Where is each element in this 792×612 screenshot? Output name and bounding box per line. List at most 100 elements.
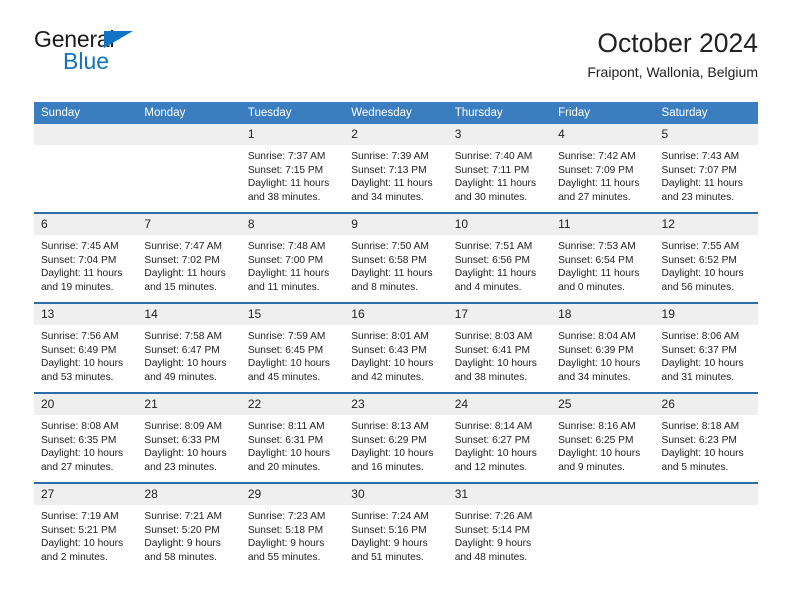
daylight-text: Daylight: 10 hours and 56 minutes.: [661, 268, 744, 293]
calendar-day-cell[interactable]: 21 Sunrise: 8:09 AM Sunset: 6:33 PM Dayligh…: [137, 392, 241, 483]
day-details: [655, 505, 758, 510]
logo-text-blue: Blue: [63, 48, 110, 74]
daylight-text: Daylight: 11 hours and 19 minutes.: [41, 268, 123, 293]
day-details: [34, 145, 137, 150]
day-number: 16: [344, 304, 448, 325]
calendar-day-cell[interactable]: 26 Sunrise: 8:18 AM Sunset: 6:23 PM Dayligh…: [654, 392, 758, 483]
day-details: Sunrise: 8:11 AM Sunset: 6:31 PM Daylight:…: [241, 415, 344, 474]
day-details: Sunrise: 7:53 AM Sunset: 6:54 PM Daylight:…: [551, 235, 654, 294]
sunrise-text: Sunrise: 7:42 AM: [558, 151, 636, 162]
calendar-day-cell[interactable]: 16 Sunrise: 8:01 AM Sunset: 6:43 PM Dayligh…: [344, 302, 448, 393]
day-number: 13: [34, 304, 138, 325]
sunrise-text: Sunrise: 7:50 AM: [351, 241, 429, 252]
daylight-text: Daylight: 10 hours and 38 minutes.: [454, 358, 537, 383]
weekday-header-row: Sunday Monday Tuesday Wednesday Thursday…: [34, 102, 758, 124]
daylight-text: Daylight: 10 hours and 49 minutes.: [144, 358, 227, 383]
calendar-day-cell[interactable]: 30 Sunrise: 7:24 AM Sunset: 5:16 PM Dayligh…: [344, 482, 448, 572]
day-details: Sunrise: 7:58 AM Sunset: 6:47 PM Daylight:…: [137, 325, 240, 384]
sunset-text: Sunset: 6:31 PM: [247, 434, 324, 446]
day-details: Sunrise: 8:04 AM Sunset: 6:39 PM Daylight:…: [551, 325, 654, 384]
calendar-day-cell[interactable]: 11 Sunrise: 7:53 AM Sunset: 6:54 PM Dayligh…: [551, 212, 655, 303]
calendar-day-cell[interactable]: 14 Sunrise: 7:58 AM Sunset: 6:47 PM Dayligh…: [137, 302, 241, 393]
calendar-day-cell[interactable]: 12 Sunrise: 7:55 AM Sunset: 6:52 PM Dayligh…: [654, 212, 758, 303]
calendar-day-cell[interactable]: 23 Sunrise: 8:13 AM Sunset: 6:29 PM Dayligh…: [344, 392, 448, 483]
sunrise-text: Sunrise: 7:47 AM: [144, 241, 223, 252]
sunset-text: Sunset: 6:35 PM: [41, 434, 117, 446]
calendar-day-cell[interactable]: 5 Sunrise: 7:43 AM Sunset: 7:07 PM Daylight…: [654, 124, 758, 213]
day-number: 18: [551, 304, 655, 325]
day-number: 14: [137, 304, 241, 325]
calendar-day-cell[interactable]: 24 Sunrise: 8:14 AM Sunset: 6:27 PM Dayligh…: [447, 392, 552, 483]
calendar-day-cell[interactable]: 17 Sunrise: 8:03 AM Sunset: 6:41 PM Dayligh…: [447, 302, 552, 393]
daylight-text: Daylight: 11 hours and 23 minutes.: [661, 178, 743, 203]
sunset-text: Sunset: 6:58 PM: [351, 254, 427, 266]
calendar-day-cell[interactable]: 27 Sunrise: 7:19 AM Sunset: 5:21 PM Dayligh…: [34, 482, 138, 572]
day-details: Sunrise: 7:48 AM Sunset: 7:00 PM Daylight:…: [241, 235, 344, 294]
weekday-header-thursday: Thursday: [447, 102, 552, 124]
calendar-page: General Blue October 2024 Fraipont, Wall…: [0, 0, 792, 612]
calendar-day-cell[interactable]: 15 Sunrise: 7:59 AM Sunset: 6:45 PM Dayligh…: [240, 302, 345, 393]
calendar-day-cell[interactable]: 31 Sunrise: 7:26 AM Sunset: 5:14 PM Dayligh…: [447, 482, 552, 572]
sunrise-text: Sunrise: 8:06 AM: [661, 331, 740, 342]
sunrise-text: Sunrise: 7:26 AM: [454, 511, 533, 522]
daylight-text: Daylight: 9 hours and 48 minutes.: [454, 538, 532, 563]
day-details: Sunrise: 7:59 AM Sunset: 6:45 PM Daylight:…: [241, 325, 344, 384]
sunset-text: Sunset: 7:13 PM: [351, 164, 427, 176]
calendar-day-cell[interactable]: 13 Sunrise: 7:56 AM Sunset: 6:49 PM Dayligh…: [34, 302, 138, 393]
calendar-day-cell[interactable]: 9 Sunrise: 7:50 AM Sunset: 6:58 PM Daylight…: [344, 212, 448, 303]
day-number: 4: [551, 124, 655, 145]
title-block: October 2024 Fraipont, Wallonia, Belgium: [587, 28, 758, 80]
calendar-day-cell[interactable]: 4 Sunrise: 7:42 AM Sunset: 7:09 PM Daylight…: [551, 124, 655, 213]
calendar-day-cell[interactable]: 25 Sunrise: 8:16 AM Sunset: 6:25 PM Dayligh…: [551, 392, 655, 483]
calendar-day-cell[interactable]: 3 Sunrise: 7:40 AM Sunset: 7:11 PM Daylight…: [447, 124, 552, 213]
sunset-text: Sunset: 7:02 PM: [144, 254, 220, 266]
sunset-text: Sunset: 6:56 PM: [454, 254, 531, 266]
day-number: [551, 484, 655, 505]
sunset-text: Sunset: 5:16 PM: [351, 524, 427, 536]
day-number: 23: [344, 394, 448, 415]
calendar-day-cell[interactable]: 18 Sunrise: 8:04 AM Sunset: 6:39 PM Dayligh…: [551, 302, 655, 393]
calendar-day-cell[interactable]: 22 Sunrise: 8:11 AM Sunset: 6:31 PM Dayligh…: [240, 392, 345, 483]
day-details: Sunrise: 8:13 AM Sunset: 6:29 PM Daylight:…: [344, 415, 447, 474]
sunset-text: Sunset: 6:49 PM: [41, 344, 117, 356]
day-details: Sunrise: 8:01 AM Sunset: 6:43 PM Daylight:…: [344, 325, 447, 384]
daylight-text: Daylight: 10 hours and 42 minutes.: [351, 358, 434, 383]
sunset-text: Sunset: 5:18 PM: [247, 524, 324, 536]
calendar-day-cell[interactable]: 20 Sunrise: 8:08 AM Sunset: 6:35 PM Dayligh…: [34, 392, 138, 483]
sunset-text: Sunset: 6:54 PM: [558, 254, 634, 266]
calendar-day-cell[interactable]: 6 Sunrise: 7:45 AM Sunset: 7:04 PM Daylight…: [34, 212, 138, 303]
sunrise-text: Sunrise: 7:51 AM: [454, 241, 533, 252]
sunrise-text: Sunrise: 7:40 AM: [454, 151, 533, 162]
sunrise-text: Sunrise: 8:09 AM: [144, 421, 223, 432]
sunset-text: Sunset: 6:47 PM: [144, 344, 220, 356]
calendar-day-cell[interactable]: 1 Sunrise: 7:37 AM Sunset: 7:15 PM Daylight…: [240, 124, 345, 213]
day-details: Sunrise: 8:03 AM Sunset: 6:41 PM Daylight:…: [448, 325, 551, 384]
daylight-text: Daylight: 9 hours and 51 minutes.: [351, 538, 428, 563]
calendar-day-cell[interactable]: 28 Sunrise: 7:21 AM Sunset: 5:20 PM Dayligh…: [137, 482, 241, 572]
calendar-day-cell[interactable]: 10 Sunrise: 7:51 AM Sunset: 6:56 PM Dayligh…: [447, 212, 552, 303]
calendar-day-cell[interactable]: 29 Sunrise: 7:23 AM Sunset: 5:18 PM Dayligh…: [240, 482, 345, 572]
calendar-empty-cell: [654, 482, 758, 572]
sunrise-text: Sunrise: 8:03 AM: [454, 331, 533, 342]
day-number: 11: [551, 214, 655, 235]
daylight-text: Daylight: 10 hours and 31 minutes.: [661, 358, 744, 383]
calendar-day-cell[interactable]: 19 Sunrise: 8:06 AM Sunset: 6:37 PM Dayligh…: [654, 302, 758, 393]
sunrise-text: Sunrise: 8:14 AM: [454, 421, 533, 432]
daylight-text: Daylight: 10 hours and 2 minutes.: [41, 538, 124, 563]
sunset-text: Sunset: 5:20 PM: [144, 524, 220, 536]
calendar-day-cell[interactable]: 7 Sunrise: 7:47 AM Sunset: 7:02 PM Daylight…: [137, 212, 241, 303]
sunrise-text: Sunrise: 7:43 AM: [661, 151, 740, 162]
day-number: [137, 124, 241, 145]
day-details: Sunrise: 7:37 AM Sunset: 7:15 PM Daylight:…: [241, 145, 344, 204]
daylight-text: Daylight: 11 hours and 11 minutes.: [247, 268, 330, 293]
calendar-day-cell[interactable]: 8 Sunrise: 7:48 AM Sunset: 7:00 PM Daylight…: [240, 212, 345, 303]
daylight-text: Daylight: 10 hours and 12 minutes.: [454, 448, 537, 473]
day-number: 10: [447, 214, 552, 235]
day-number: 26: [654, 394, 758, 415]
day-details: Sunrise: 7:42 AM Sunset: 7:09 PM Daylight:…: [551, 145, 654, 204]
daylight-text: Daylight: 11 hours and 15 minutes.: [144, 268, 226, 293]
page-subtitle: Fraipont, Wallonia, Belgium: [587, 64, 758, 81]
sunset-text: Sunset: 6:33 PM: [144, 434, 220, 446]
calendar-day-cell[interactable]: 2 Sunrise: 7:39 AM Sunset: 7:13 PM Daylight…: [344, 124, 448, 213]
day-number: 25: [551, 394, 655, 415]
